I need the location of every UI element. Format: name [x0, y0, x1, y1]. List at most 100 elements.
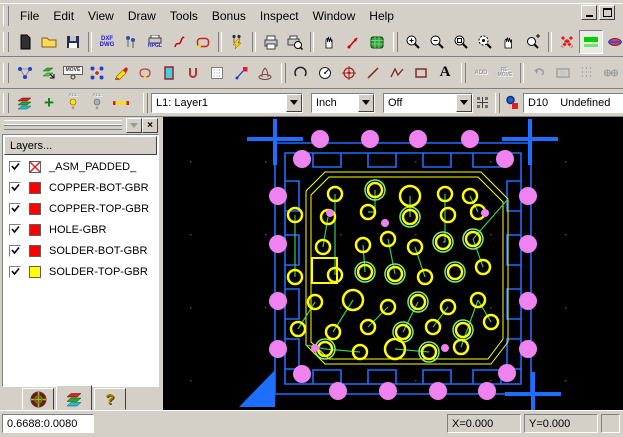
menu-file[interactable]: File [13, 6, 46, 26]
drawing-canvas[interactable] [163, 116, 623, 411]
add-button[interactable]: ADD [469, 61, 493, 85]
draw-text-button[interactable]: A [433, 61, 457, 85]
layer-label[interactable]: SOLDER-TOP-GBR [49, 266, 148, 278]
zoom-extents-button[interactable] [473, 30, 497, 54]
loop-select-button[interactable] [191, 30, 215, 54]
layer-combo[interactable]: L1: Layer1 [151, 93, 303, 113]
zoom-redraw-button[interactable] [521, 30, 545, 54]
layers-header-button[interactable]: Layers... [4, 136, 157, 155]
pad-pair-button[interactable] [599, 61, 623, 85]
move-vertex-button[interactable] [13, 61, 37, 85]
copy-to-layer-button[interactable] [37, 61, 61, 85]
menu-grip[interactable] [3, 6, 9, 26]
segment-button[interactable] [109, 91, 133, 115]
open-file-button[interactable] [37, 30, 61, 54]
toolbar-draw-grip[interactable] [281, 63, 286, 83]
drill-pins-button[interactable] [119, 30, 143, 54]
zoom-out-button[interactable] [425, 30, 449, 54]
toolbar-zoom-grip[interactable] [393, 32, 398, 52]
grid-dots-button[interactable] [575, 61, 599, 85]
draw-rect-button[interactable] [409, 61, 433, 85]
zoom-in-button[interactable] [401, 30, 425, 54]
menu-window[interactable]: Window [306, 6, 363, 26]
layer-swatch[interactable] [29, 224, 41, 236]
all-layers-on-button[interactable]: ALL× [61, 91, 85, 115]
add-layer-button[interactable]: + [37, 91, 61, 115]
zoom-window-button[interactable] [449, 30, 473, 54]
menu-draw[interactable]: Draw [121, 6, 163, 26]
layer-label[interactable]: COPPER-BOT-GBR [49, 182, 149, 194]
export-hpgl-button[interactable]: HPGL [143, 30, 167, 54]
toggle-lens-button[interactable] [603, 30, 623, 54]
help-tab[interactable]: ? [94, 388, 126, 410]
import-dxf-dwg-button[interactable]: DXFDWG [95, 30, 119, 54]
layer-checkbox[interactable] [9, 161, 21, 173]
panel-gripper[interactable] [4, 120, 122, 130]
layer-row-copper-top[interactable]: COPPER-TOP-GBR [3, 198, 158, 219]
grid-combo-arrow[interactable] [456, 94, 472, 112]
stamp-seal-button[interactable] [253, 61, 277, 85]
layer-row-copper-bot[interactable]: COPPER-BOT-GBR [3, 177, 158, 198]
layer-swatch[interactable] [29, 182, 41, 194]
pan-button[interactable] [497, 30, 521, 54]
units-combo-arrow[interactable] [358, 94, 374, 112]
layer-row-hole[interactable]: HOLE-GBR [3, 219, 158, 240]
menu-help[interactable]: Help [362, 6, 401, 26]
pan-hand-button[interactable] [317, 30, 341, 54]
toggle-sketch-button[interactable] [555, 30, 579, 54]
toolbar3-grip[interactable] [3, 93, 9, 113]
move-points-button[interactable] [85, 61, 109, 85]
new-file-button[interactable] [13, 30, 37, 54]
layer-label[interactable]: COPPER-TOP-GBR [49, 203, 149, 215]
layer-checkbox[interactable] [9, 266, 21, 278]
combo-grip[interactable] [143, 93, 148, 113]
layer-label[interactable]: _ASM_PADDED_ [49, 161, 136, 173]
layers-tab[interactable] [56, 385, 92, 410]
dcode-marker-button[interactable] [503, 91, 523, 115]
save-file-button[interactable] [61, 30, 85, 54]
film-grid-button[interactable] [365, 30, 389, 54]
grid-combo[interactable]: Off [383, 93, 473, 113]
panel-close-button[interactable]: × [142, 118, 158, 133]
layer-label[interactable]: HOLE-GBR [49, 224, 106, 236]
dcode-grip[interactable] [495, 93, 500, 113]
draw-circle-button[interactable] [313, 61, 337, 85]
layer-combo-arrow[interactable] [286, 94, 302, 112]
snap-grid-button[interactable] [473, 91, 491, 115]
layer-checkbox[interactable] [9, 203, 21, 215]
menu-inspect[interactable]: Inspect [253, 6, 306, 26]
layer-row-solder-top[interactable]: SOLDER-TOP-GBR [3, 261, 158, 282]
draw-line-button[interactable] [361, 61, 385, 85]
panel-menu-button[interactable] [126, 118, 142, 133]
dcode-field[interactable]: D10 Undefined [523, 93, 623, 113]
print-preview-button[interactable] [283, 30, 307, 54]
move-tool-button[interactable]: MOVE [61, 61, 85, 85]
select-outline-button[interactable] [133, 61, 157, 85]
minimize-button[interactable] [581, 5, 597, 20]
fill-rect-button[interactable] [157, 61, 181, 85]
draw-arc-button[interactable] [289, 61, 313, 85]
undo-button[interactable] [527, 61, 551, 85]
layer-label[interactable]: SOLDER-BOT-GBR [49, 245, 147, 257]
draw-polyline-button[interactable] [385, 61, 409, 85]
layer-swatch[interactable] [29, 203, 41, 215]
menu-bonus[interactable]: Bonus [205, 6, 253, 26]
layer-swatch[interactable] [29, 266, 41, 278]
layer-checkbox[interactable] [9, 245, 21, 257]
move-arrow-button[interactable] [229, 61, 253, 85]
layers-stack-button[interactable] [13, 91, 37, 115]
layer-row-asm-padded[interactable]: _ASM_PADDED_ [3, 156, 158, 177]
remove-button[interactable]: RE-MOVE [493, 61, 517, 85]
all-layers-off-button[interactable]: ALL× [85, 91, 109, 115]
toolbar2-grip[interactable] [3, 63, 9, 83]
layer-checkbox[interactable] [9, 182, 21, 194]
highlight-pen-button[interactable] [109, 61, 133, 85]
target-tab[interactable] [22, 388, 54, 410]
menu-edit[interactable]: Edit [46, 6, 81, 26]
wire-squiggle-button[interactable] [167, 30, 191, 54]
print-button[interactable] [259, 30, 283, 54]
menu-view[interactable]: View [81, 6, 121, 26]
layer-checkbox[interactable] [9, 224, 21, 236]
restore-button[interactable] [599, 5, 615, 20]
toolbar-addremove-grip[interactable] [461, 63, 466, 83]
